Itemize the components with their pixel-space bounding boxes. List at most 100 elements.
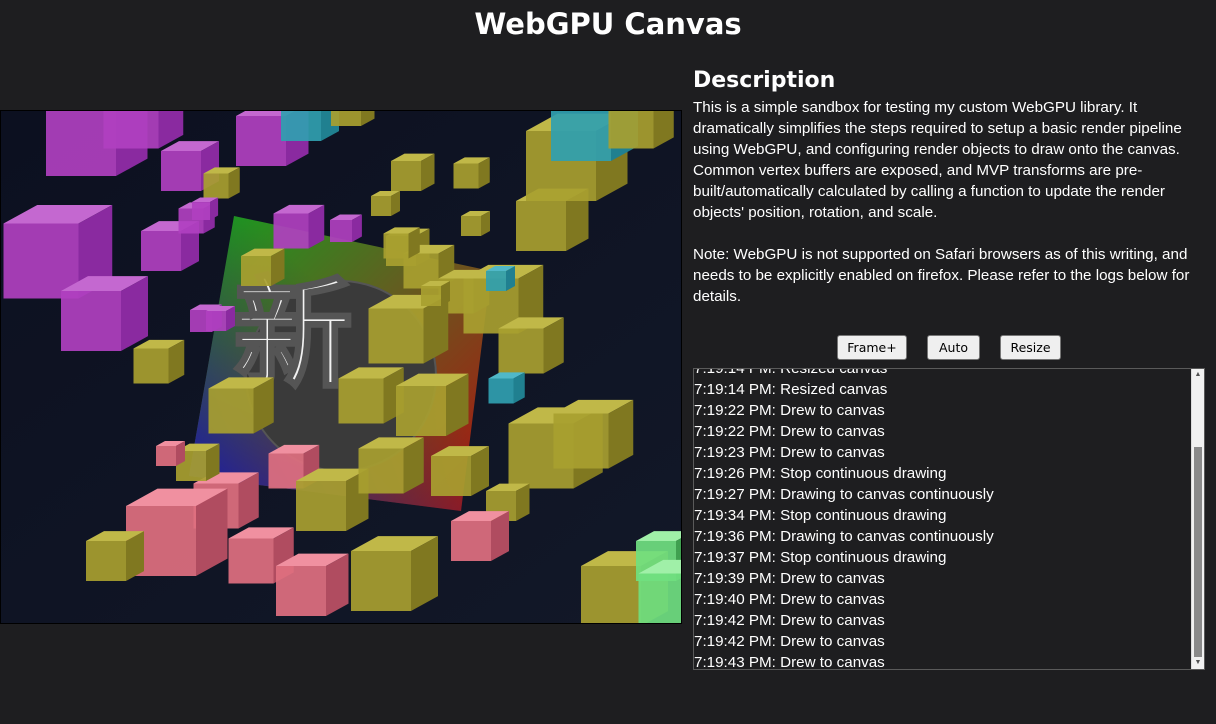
cube [391,153,435,191]
cube-face [61,291,121,351]
cube-face [330,220,352,242]
cube-face [141,231,181,271]
cube [203,167,240,199]
cube [371,191,400,216]
cube-face [488,378,514,404]
cube [241,248,285,286]
cube-face [451,521,491,561]
cube [453,157,490,189]
cube-face [203,173,229,199]
cube-face [351,551,411,611]
cube [273,204,325,249]
cube-face [358,448,404,494]
cube-face [86,541,126,581]
log-entry: 7:19:14 PM: Resized canvas [694,368,888,377]
cube [206,306,235,331]
cube-face [638,573,681,623]
cube [296,468,369,531]
cube [421,281,450,306]
cube [192,197,219,220]
log-entry: 7:19:23 PM: Drew to canvas [694,444,885,461]
log-entry: 7:19:22 PM: Drew to canvas [694,402,885,419]
cube [330,214,362,242]
resize-button[interactable]: Resize [1000,335,1061,360]
cube-face [236,116,286,166]
cube [208,377,274,434]
cube-face [431,456,471,496]
cube-face [192,202,210,220]
cube [383,227,420,259]
cube [461,211,490,236]
webgpu-canvas[interactable]: 新 [0,110,682,624]
cube-face [516,201,566,251]
cube-face [391,161,421,191]
cube-face [368,308,424,364]
cube-face [156,446,176,466]
cube-face [228,538,274,584]
log-entry: 7:19:26 PM: Stop continuous drawing [694,465,947,482]
log-panel[interactable]: 7:19:14 PM: Resized canvas 7:19:14 PM: Re… [693,368,1205,670]
page-title: WebGPU Canvas [474,7,742,41]
cube-face [383,233,409,259]
cube-face [208,388,254,434]
cube [351,536,438,611]
cube-face [331,111,361,126]
cube-face [3,223,79,299]
cube-face [453,163,479,189]
cube-face [581,566,641,623]
scroll-down-arrow-icon[interactable]: ▼ [1192,657,1204,669]
log-list: 7:19:14 PM: Resized canvas 7:19:14 PM: Re… [694,368,1190,670]
log-entry: 7:19:14 PM: Resized canvas [694,381,888,398]
cube [156,441,185,466]
log-entry: 7:19:34 PM: Stop continuous drawing [694,507,947,524]
description-body: This is a simple sandbox for testing my … [693,99,1182,221]
cube [133,339,185,384]
cube [61,276,148,351]
cube-face [161,151,201,191]
cube-face [281,111,321,141]
cube [553,399,634,469]
log-entry: 7:19:42 PM: Drew to canvas [694,633,885,650]
cube-face [553,413,609,469]
cube [358,437,424,494]
cube-face [396,386,446,436]
log-entry: 7:19:36 PM: Drawing to canvas continuous… [694,528,994,545]
cube-face [296,481,346,531]
canvas-render: 新 [1,111,681,623]
cube-face [486,271,506,291]
cube-face [241,256,271,286]
cube [451,511,509,561]
log-entry: 7:19:43 PM: Drew to canvas [694,654,885,670]
cube-face [551,111,611,161]
cube [276,553,349,616]
log-entry: 7:19:42 PM: Drew to canvas [694,612,885,629]
cube [338,367,404,424]
log-entry: 7:19:40 PM: Drew to canvas [694,591,885,608]
cube [498,317,564,374]
cube-face [608,111,654,149]
cube [86,531,144,581]
cube-face [461,216,481,236]
cube-face [371,196,391,216]
description-note: Note: WebGPU is not supported on Safari … [693,246,1190,305]
cube-face [103,111,159,149]
log-entry: 7:19:22 PM: Drew to canvas [694,423,885,440]
scroll-up-arrow-icon[interactable]: ▲ [1192,369,1204,381]
cube-face [338,378,384,424]
log-entry: 7:19:27 PM: Drawing to canvas continuous… [694,486,994,503]
cube-face [421,286,441,306]
log-entry: 7:19:37 PM: Stop continuous drawing [694,549,947,566]
cube [486,266,515,291]
cube [396,373,469,436]
log-scrollbar[interactable]: ▲ ▼ [1191,369,1204,669]
cube [488,372,525,404]
description-heading: Description [693,68,836,93]
cube-face [206,311,226,331]
cube-face [498,328,544,374]
cube-face [273,213,309,249]
scroll-thumb[interactable] [1194,447,1202,657]
auto-button[interactable]: Auto [927,335,980,360]
cube-face [276,566,326,616]
frame-plus-button[interactable]: Frame+ [837,335,907,360]
cube [431,446,489,496]
